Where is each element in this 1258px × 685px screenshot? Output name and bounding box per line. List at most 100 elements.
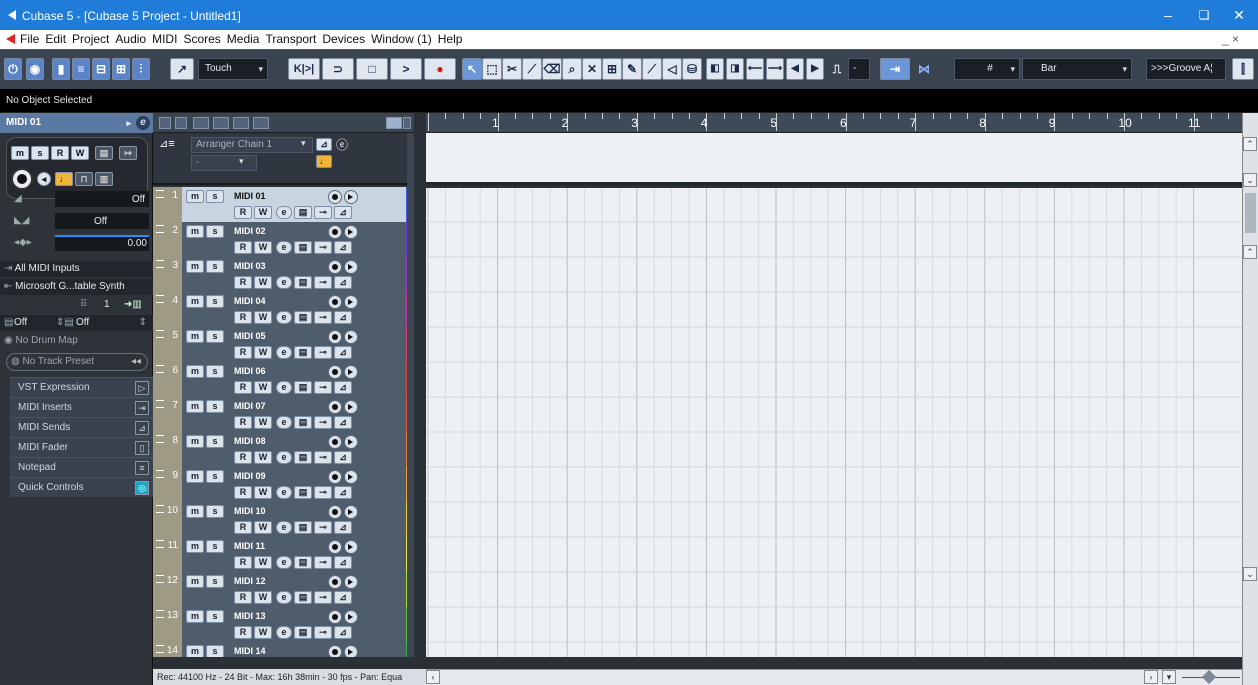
track-number-column[interactable]: 13 — [153, 607, 182, 642]
play-button[interactable]: > — [390, 58, 422, 80]
write-automation-button[interactable]: W — [254, 416, 272, 429]
menu-item-help[interactable]: Help — [438, 32, 463, 46]
arranger-e-icon[interactable]: ⓔ — [336, 136, 348, 153]
edit-instrument-icon[interactable]: e — [276, 276, 292, 289]
track-row[interactable]: 8 m s MIDI 08 R We ▤ ⊸ ⊿ — [153, 432, 414, 467]
inserts-icon[interactable]: ▤ — [294, 591, 312, 604]
edit-instrument-icon[interactable]: e — [276, 626, 292, 639]
write-automation-button[interactable]: W — [254, 311, 272, 324]
send-bypass-icon[interactable]: ⊿ — [334, 346, 352, 359]
go-to-start-button[interactable]: K|>| — [288, 58, 320, 80]
track-row[interactable]: 14msMIDI 14RWe▤⊸⊿ — [153, 642, 414, 657]
divider-icon[interactable] — [403, 117, 411, 129]
object-selection-tool-icon[interactable]: ↖ — [462, 58, 482, 80]
inspector-track-header[interactable]: MIDI 01 ▸ e — [0, 113, 153, 133]
arranger-event-select[interactable]: - — [191, 155, 257, 171]
insert-bypass-icon[interactable]: ⊸ — [314, 311, 332, 324]
inserts-icon[interactable]: ▤ — [294, 416, 312, 429]
inserts-icon[interactable]: ▤ — [294, 311, 312, 324]
track-row[interactable]: 12 m s MIDI 12 R We ▤ ⊸ ⊿ — [153, 572, 414, 607]
monitor-button[interactable] — [344, 505, 358, 519]
monitor-button[interactable] — [344, 400, 358, 414]
scroll-left-icon[interactable]: ‹ — [426, 670, 440, 684]
global-write-icon[interactable] — [253, 117, 269, 129]
section-icon[interactable]: ≡ — [135, 461, 149, 475]
insert-bypass-icon[interactable]: ⊸ — [314, 276, 332, 289]
solo-button[interactable]: s — [206, 225, 224, 238]
grid-type-select[interactable]: # ▾ — [954, 58, 1020, 80]
menu-item-file[interactable]: File — [20, 32, 39, 46]
read-automation-button[interactable]: R — [234, 206, 252, 219]
solo-button[interactable]: s — [206, 645, 224, 657]
track-number-column[interactable]: 2 — [153, 222, 182, 257]
solo-button[interactable]: s — [206, 365, 224, 378]
read-automation-button[interactable]: R — [234, 486, 252, 499]
ruler[interactable]: 1 2 3 4 5 6 7 8 9 10 11 — [426, 113, 1247, 133]
inserts-icon[interactable]: ▤ — [294, 206, 312, 219]
read-automation-button[interactable]: R — [234, 416, 252, 429]
inserts-icon[interactable]: ▤ — [294, 241, 312, 254]
midi-input-select[interactable]: ⇥ All MIDI Inputs — [0, 261, 153, 277]
inspector-read-button[interactable]: R — [51, 146, 69, 160]
solo-button[interactable]: s — [206, 190, 224, 203]
solo-button[interactable]: s — [206, 260, 224, 273]
track-preset-select[interactable]: ◍ No Track Preset ◂◂ — [6, 353, 148, 371]
midi-channel-row[interactable]: ⠿ 1 ➜▥ — [0, 297, 153, 313]
write-automation-button[interactable]: W — [254, 626, 272, 639]
drum-map-select[interactable]: ◉ No Drum Map — [0, 333, 153, 349]
edit-instrument-icon[interactable]: e — [276, 521, 292, 534]
event-display-grid[interactable] — [426, 188, 1242, 657]
insert-bypass-icon[interactable]: ⊸ — [314, 521, 332, 534]
monitor-button[interactable] — [344, 470, 358, 484]
zoom-tracks-down-icon[interactable]: ⌄ — [1243, 567, 1257, 581]
track-row[interactable]: 13 m s MIDI 13 R We ▤ ⊸ ⊿ — [153, 607, 414, 642]
scroll-up-icon[interactable]: ⌃ — [1243, 137, 1257, 151]
inspector-solo-button[interactable]: s — [31, 146, 49, 160]
send-bypass-icon[interactable]: ⊿ — [334, 626, 352, 639]
solo-button[interactable]: s — [206, 610, 224, 623]
scroll-right-icon[interactable]: › — [1144, 670, 1158, 684]
menu-item-edit[interactable]: Edit — [45, 32, 66, 46]
inspector-section-vst-expression[interactable]: VST Expression ▷ — [10, 377, 153, 397]
monitor-button[interactable] — [344, 540, 358, 554]
range-selection-tool-icon[interactable]: ⬚ — [482, 58, 502, 80]
monitor-button[interactable] — [344, 435, 358, 449]
solo-button[interactable]: s — [206, 400, 224, 413]
insert-bypass-icon[interactable]: ⊸ — [314, 486, 332, 499]
horizontal-zoom-thumb[interactable] — [1201, 669, 1217, 685]
insert-bypass-icon[interactable]: ⊸ — [314, 416, 332, 429]
send-bypass-icon[interactable]: ⊿ — [334, 416, 352, 429]
record-arm-button[interactable] — [328, 330, 342, 344]
mute-button[interactable]: m — [186, 575, 204, 588]
send-bypass-icon[interactable]: ⊿ — [334, 451, 352, 464]
record-button[interactable]: ● — [424, 58, 456, 80]
mute-button[interactable]: m — [186, 540, 204, 553]
mute-button[interactable]: m — [186, 190, 204, 203]
read-automation-button[interactable]: R — [234, 521, 252, 534]
write-automation-button[interactable]: W — [254, 591, 272, 604]
track-row[interactable]: 11 m s MIDI 11 R We ▤ ⊸ ⊿ — [153, 537, 414, 572]
snap-to-zero-icon[interactable]: ⋈ — [914, 58, 934, 80]
expand-triangle-icon[interactable]: ▸ — [126, 113, 131, 133]
snap-on-off-button[interactable]: ⇥ — [880, 58, 910, 80]
delay-row[interactable]: ◂◆▸ 0.00 — [0, 233, 153, 253]
add-track-icon[interactable] — [159, 117, 171, 129]
write-automation-button[interactable]: W — [254, 276, 272, 289]
color-tool-icon[interactable]: ⛁ — [682, 58, 702, 80]
read-automation-button[interactable]: R — [234, 451, 252, 464]
write-automation-button[interactable]: W — [254, 241, 272, 254]
track-number-column[interactable]: 4 — [153, 292, 182, 327]
monitor-button[interactable] — [344, 330, 358, 344]
read-automation-button[interactable]: R — [234, 381, 252, 394]
record-arm-button[interactable] — [328, 365, 342, 379]
inspector-write-button[interactable]: W — [71, 146, 89, 160]
inspector-section-midi-fader[interactable]: MIDI Fader ▯ — [10, 437, 153, 457]
inserts-icon[interactable]: ▤ — [294, 451, 312, 464]
inspector-toggle-icon[interactable]: ▮ — [52, 58, 70, 80]
track-number-column[interactable]: 7 — [153, 397, 182, 432]
inserts-icon[interactable]: ▤ — [294, 521, 312, 534]
menu-item-project[interactable]: Project — [72, 32, 109, 46]
show-lanes-icon[interactable] — [175, 117, 187, 129]
inspector-lock-icon[interactable]: ▤ — [95, 146, 113, 160]
section-icon[interactable]: ⊿ — [135, 421, 149, 435]
